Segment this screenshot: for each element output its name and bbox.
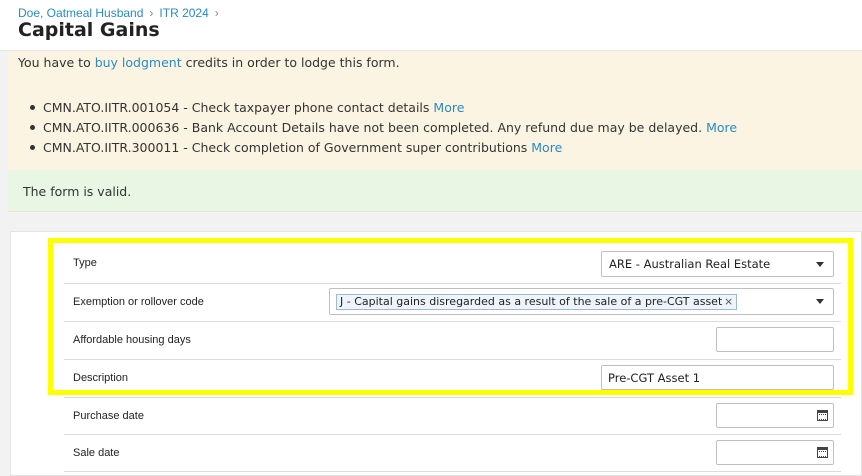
- breadcrumb-return-link[interactable]: ITR 2024: [159, 6, 208, 20]
- sale-date-label: Sale date: [73, 447, 120, 459]
- purchase-date-input[interactable]: [716, 403, 834, 428]
- more-link[interactable]: More: [433, 100, 464, 115]
- form-valid-banner: The form is valid.: [8, 170, 862, 212]
- page-title: Capital Gains: [18, 19, 160, 41]
- lodgment-credit-notice: You have to buy lodgment credits in orde…: [18, 55, 400, 70]
- page-header: Doe, Oatmeal Husband › ITR 2024 › Capital G…: [0, 0, 862, 51]
- breadcrumb: Doe, Oatmeal Husband › ITR 2024 ›: [18, 6, 225, 20]
- notice-suffix: credits in order to lodge this form.: [181, 55, 400, 70]
- bullet-icon: [30, 125, 35, 130]
- bullet-icon: [30, 105, 35, 110]
- breadcrumb-separator-icon: ›: [149, 6, 154, 20]
- bullet-icon: [30, 145, 35, 150]
- warning-alert: You have to buy lodgment credits in orde…: [8, 51, 862, 170]
- validation-message: CMN.ATO.IITR.000636 - Bank Account Detai…: [30, 118, 737, 138]
- validation-message-text: CMN.ATO.IITR.000636 - Bank Account Detai…: [43, 120, 707, 135]
- validation-messages: CMN.ATO.IITR.001054 - Check taxpayer pho…: [30, 98, 737, 158]
- calendar-icon[interactable]: [817, 447, 828, 458]
- purchase-date-label: Purchase date: [73, 410, 144, 422]
- form-valid-text: The form is valid.: [23, 184, 132, 199]
- buy-lodgment-link[interactable]: buy lodgment: [95, 55, 182, 70]
- highlight-box: [48, 238, 853, 395]
- validation-message-text: CMN.ATO.IITR.300011 - Check completion o…: [43, 140, 532, 155]
- more-link[interactable]: More: [531, 140, 562, 155]
- sale-date-input[interactable]: [716, 440, 834, 465]
- more-link[interactable]: More: [706, 120, 737, 135]
- next-row: [64, 471, 841, 476]
- validation-message: CMN.ATO.IITR.001054 - Check taxpayer pho…: [30, 98, 737, 118]
- breadcrumb-client-link[interactable]: Doe, Oatmeal Husband: [18, 6, 143, 20]
- notice-prefix: You have to: [18, 55, 95, 70]
- validation-message-text: CMN.ATO.IITR.001054 - Check taxpayer pho…: [43, 100, 434, 115]
- calendar-icon[interactable]: [817, 410, 828, 421]
- breadcrumb-separator-icon: ›: [214, 6, 219, 20]
- validation-message: CMN.ATO.IITR.300011 - Check completion o…: [30, 138, 737, 158]
